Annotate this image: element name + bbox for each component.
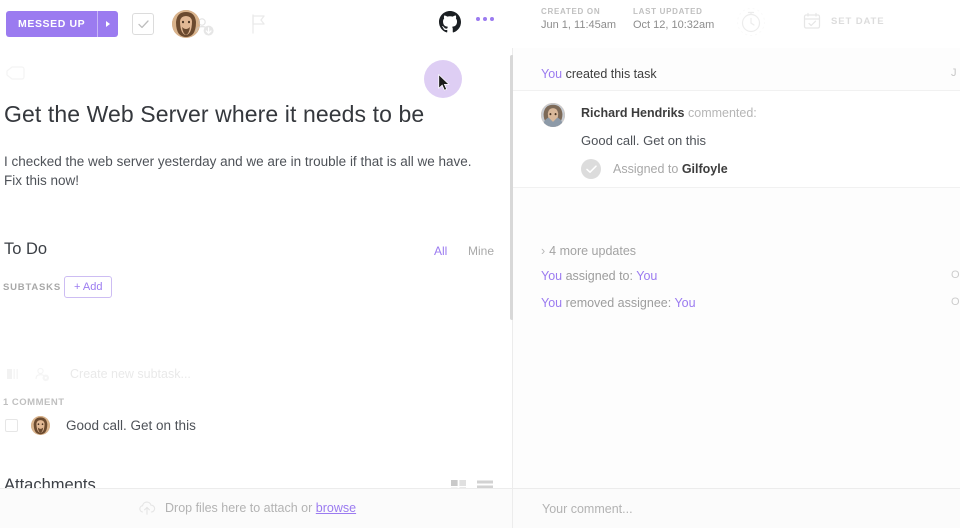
task-description[interactable]: I checked the web server yesterday and w… xyxy=(4,152,490,190)
activity-timestamp: J xyxy=(951,67,957,79)
activity-created-entry: You created this task J xyxy=(541,67,957,81)
comment-author: Richard Hendriks xyxy=(581,106,685,120)
assignee-icon xyxy=(34,366,50,382)
todo-section-heading: To Do xyxy=(4,240,48,258)
more-updates-toggle[interactable]: › 4 more updates xyxy=(541,244,636,258)
created-on-meta: CREATED ON Jun 1, 11:45am xyxy=(541,7,616,31)
comment-author-line: Richard Hendriks commented: xyxy=(581,106,757,120)
assignment-event: Assigned to Gilfoyle xyxy=(581,159,728,179)
ellipsis-icon xyxy=(490,17,494,21)
activity-comment-card: Richard Hendriks commented: Good call. G… xyxy=(513,90,960,188)
list-item[interactable]: Good call. Get on this xyxy=(0,416,196,435)
mark-complete-button[interactable] xyxy=(132,13,155,35)
comment-count-label: 1 COMMENT xyxy=(3,397,65,408)
add-subtask-button[interactable]: + Add xyxy=(64,276,113,298)
last-updated-meta: LAST UPDATED Oct 12, 10:32am xyxy=(633,7,714,31)
cloud-upload-icon-wrap xyxy=(138,500,156,516)
last-updated-value: Oct 12, 10:32am xyxy=(633,19,715,31)
filter-all-tab[interactable]: All xyxy=(434,244,447,258)
created-on-label: CREATED ON xyxy=(541,7,601,16)
activity-text: created this task xyxy=(565,67,657,81)
task-toolbar: MESSED UP CREATED ON Jun 1, 11:45am LAST… xyxy=(0,0,960,48)
activity-actor: You xyxy=(541,67,563,81)
chevron-right-icon: › xyxy=(541,244,546,258)
filter-mine-tab[interactable]: Mine xyxy=(468,244,494,258)
activity-panel: You created this task J Richard Hendriks… xyxy=(513,48,960,488)
assignment-prefix: Assigned to xyxy=(613,162,679,176)
task-detail-view: MESSED UP CREATED ON Jun 1, 11:45am LAST… xyxy=(0,0,960,528)
comment-body: Good call. Get on this xyxy=(581,133,707,148)
cloud-upload-icon xyxy=(139,501,156,515)
check-icon xyxy=(138,19,149,28)
activity-target: You xyxy=(636,269,658,283)
layers-icon xyxy=(6,367,20,381)
dropzone-text: Drop files here to attach or browse xyxy=(165,501,356,515)
subtasks-label: SUBTASKS xyxy=(3,282,61,293)
last-updated-label: LAST UPDATED xyxy=(633,7,703,16)
more-options-button[interactable] xyxy=(476,17,494,21)
ellipsis-icon xyxy=(483,17,487,21)
user-avatar xyxy=(541,103,565,127)
footer-divider xyxy=(512,489,513,528)
github-integration-button[interactable] xyxy=(439,11,461,33)
mouse-cursor xyxy=(438,73,450,92)
activity-actor: You xyxy=(541,269,563,283)
activity-text: assigned to: xyxy=(565,269,633,283)
activity-timestamp: O xyxy=(951,269,960,281)
page-title[interactable]: Get the Web Server where it needs to be xyxy=(4,101,424,128)
flag-icon xyxy=(252,14,265,34)
comment-text: Good call. Get on this xyxy=(66,418,196,433)
calendar-icon xyxy=(803,12,821,29)
add-person-icon xyxy=(196,18,214,36)
task-status-button[interactable]: MESSED UP xyxy=(6,11,119,37)
dropzone-label: Drop files here to attach or xyxy=(165,501,313,515)
task-details-panel: Get the Web Server where it needs to be … xyxy=(0,48,512,494)
comment-checkbox[interactable] xyxy=(5,419,18,432)
github-icon xyxy=(439,11,461,33)
comment-input[interactable]: Your comment... xyxy=(542,502,633,516)
user-avatar xyxy=(31,416,50,435)
ellipsis-icon xyxy=(476,17,480,21)
subtask-input-placeholder[interactable]: Create new subtask... xyxy=(70,367,191,381)
footer-bar: Drop files here to attach or browse Your… xyxy=(0,488,960,528)
created-on-value: Jun 1, 11:45am xyxy=(541,19,617,31)
caret-right-icon[interactable] xyxy=(98,11,118,37)
activity-entry: You removed assignee: You O xyxy=(541,296,960,310)
avatar[interactable] xyxy=(31,416,50,435)
activity-target: You xyxy=(674,296,696,310)
tag-icon xyxy=(6,66,25,80)
assignment-text: Assigned to Gilfoyle xyxy=(613,162,728,176)
add-assignee-button[interactable] xyxy=(193,15,215,37)
comment-verb: commented: xyxy=(688,106,757,120)
task-status-label: MESSED UP xyxy=(18,18,86,30)
more-updates-label: 4 more updates xyxy=(549,244,637,258)
avatar[interactable] xyxy=(541,103,565,127)
activity-actor: You xyxy=(541,296,563,310)
calendar-icon-wrap xyxy=(799,8,825,34)
activity-entry: You assigned to: You O xyxy=(541,269,960,283)
set-date-label: SET DATE xyxy=(831,15,885,27)
browse-link[interactable]: browse xyxy=(316,501,356,515)
check-circle-icon xyxy=(581,159,601,179)
activity-text: removed assignee: xyxy=(565,296,672,310)
set-priority-button[interactable] xyxy=(245,11,271,37)
track-time-button[interactable] xyxy=(736,7,766,37)
new-subtask-row[interactable]: Create new subtask... xyxy=(0,360,512,388)
add-tag-button[interactable] xyxy=(5,66,27,82)
file-dropzone[interactable]: Drop files here to attach or browse xyxy=(138,500,356,516)
comment-input-placeholder: Your comment... xyxy=(542,502,633,516)
assignment-target: Gilfoyle xyxy=(681,162,728,176)
set-date-button[interactable]: SET DATE xyxy=(799,8,884,34)
activity-timestamp: O xyxy=(951,296,960,308)
stopwatch-icon xyxy=(737,8,765,36)
